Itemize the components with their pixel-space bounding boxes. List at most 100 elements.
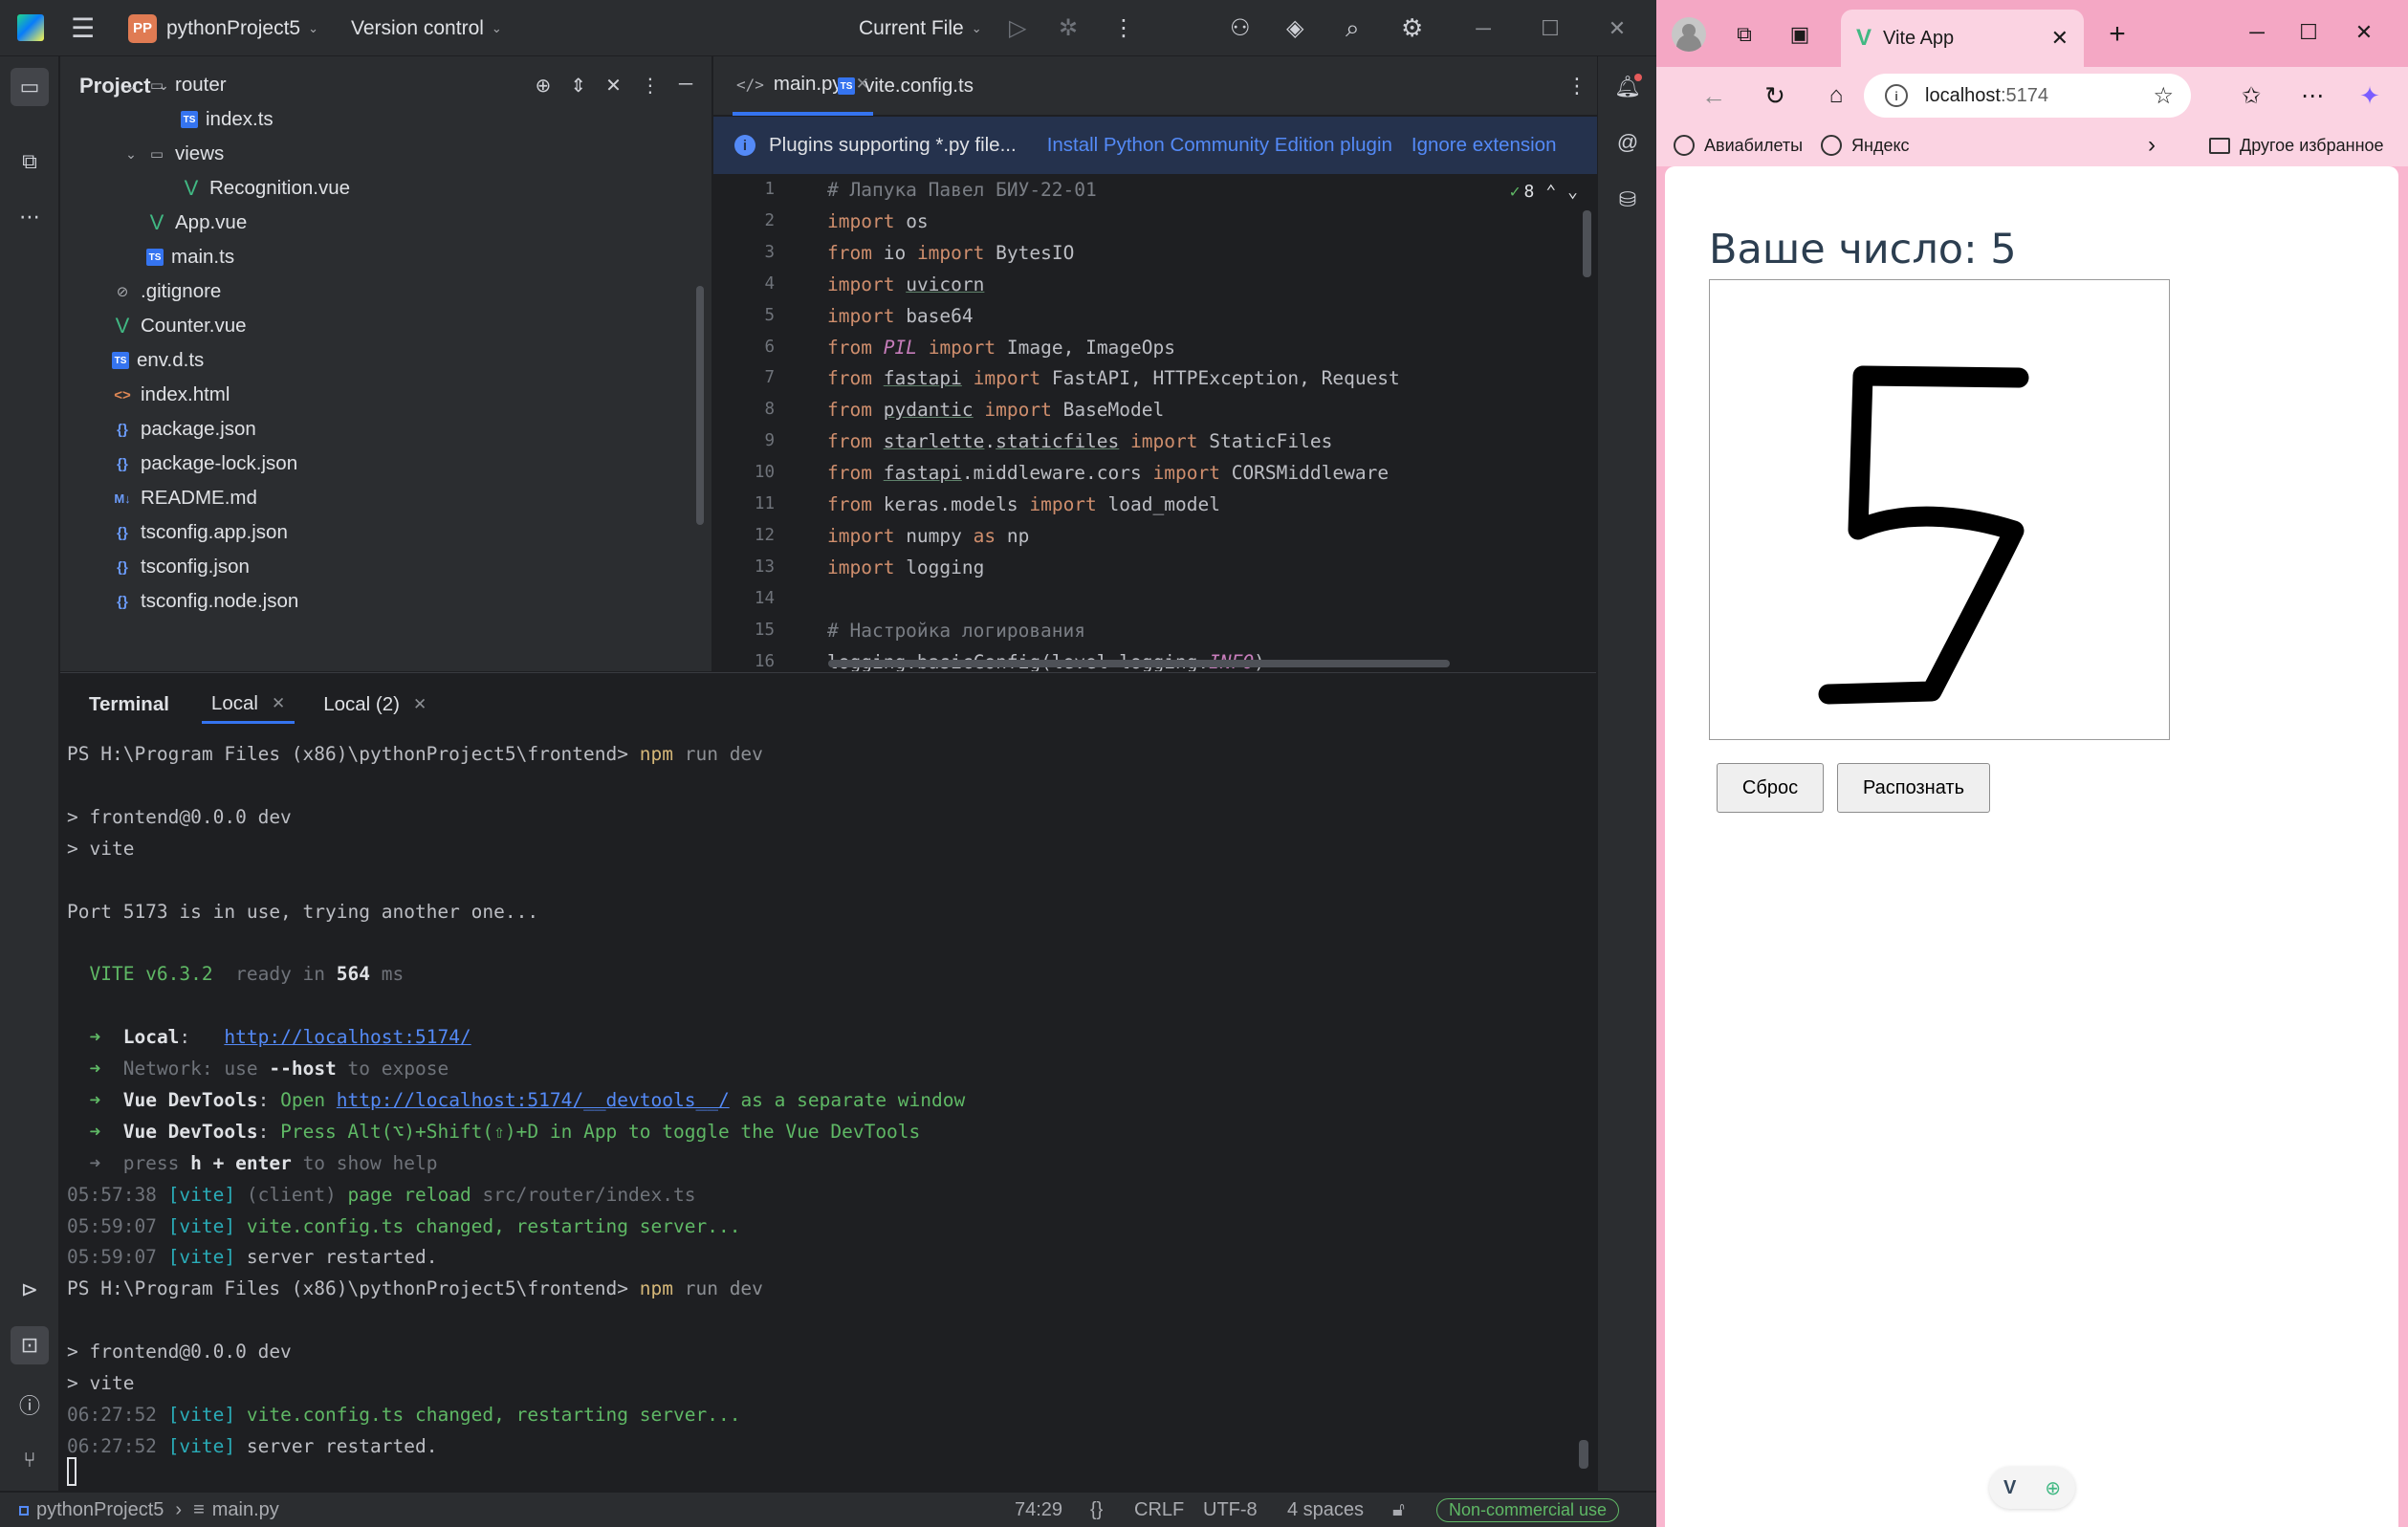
breadcrumb-project[interactable]: pythonProject5 [36, 1499, 164, 1521]
hide-icon[interactable]: ─ [679, 74, 692, 98]
run-config-selector[interactable]: Current File ⌄ [859, 0, 982, 56]
tree-item[interactable]: {} package.json [112, 412, 256, 447]
project-selector[interactable]: PP pythonProject5 ⌄ [128, 0, 318, 56]
home-icon[interactable]: ⌂ [1819, 78, 1853, 113]
maximize-icon[interactable]: ☐ [2289, 13, 2328, 52]
chevron-right-icon[interactable]: › [2148, 124, 2156, 166]
vcs-menu[interactable]: Version control ⌄ [351, 0, 502, 56]
tree-item[interactable]: V App.vue [146, 206, 248, 240]
tab-vite-config-main[interactable]: TS vite.config.ts [838, 56, 974, 116]
close-icon[interactable]: ✕ [2345, 13, 2383, 52]
favorite-star-icon[interactable]: ☆ [2153, 82, 2174, 110]
terminal-tab-local[interactable]: Local ✕ [201, 687, 296, 724]
bookmark-yandex[interactable]: Яндекс [1821, 124, 1910, 166]
braces-icon[interactable]: {} [1090, 1493, 1103, 1527]
close-icon[interactable]: ✕ [272, 694, 285, 713]
recognize-button[interactable]: Распознать [1837, 763, 1990, 813]
copilot-icon[interactable]: ✦ [2353, 78, 2387, 113]
reset-button[interactable]: Сброс [1717, 763, 1824, 813]
search-icon[interactable]: ⌕ [1346, 0, 1360, 56]
tree-item[interactable]: M↓ README.md [112, 481, 257, 515]
address-bar[interactable]: i localhost:5174 ☆ [1864, 74, 2191, 118]
pycharm-logo-icon[interactable] [17, 14, 44, 41]
tree-item[interactable]: {} tsconfig.app.json [112, 515, 288, 550]
tree-item[interactable]: ⌄ ▭ router [121, 68, 226, 102]
install-plugin-link[interactable]: Install Python Community Edition plugin [1047, 134, 1392, 157]
browser-menu-icon[interactable]: ⋯ [2295, 78, 2330, 113]
expand-all-icon[interactable]: ⇕ [570, 74, 586, 98]
new-tab-icon[interactable]: + [2098, 15, 2136, 54]
close-tab-icon[interactable]: ✕ [2051, 26, 2069, 51]
tree-item[interactable]: TS main.ts [146, 240, 234, 274]
reload-icon[interactable]: ↻ [1758, 78, 1792, 113]
tree-item[interactable]: V Recognition.vue [181, 171, 350, 206]
other-favorites[interactable]: Другое избранное [2209, 124, 2384, 166]
settings-gear-icon[interactable]: ⚙ [1401, 0, 1423, 56]
debug-icon[interactable]: ✲ [1059, 0, 1078, 56]
close-icon[interactable]: ✕ [413, 695, 427, 714]
project-scrollbar[interactable] [696, 286, 704, 525]
main-menu-icon[interactable]: ☰ [71, 0, 95, 56]
favorites-icon[interactable]: ✩ [2234, 78, 2268, 113]
inspect-target-icon[interactable]: ⊕ [2045, 1476, 2061, 1500]
project-tool-folder-icon[interactable]: ▭ [11, 68, 49, 106]
file-encoding[interactable]: UTF-8 [1203, 1493, 1258, 1527]
more-actions-icon[interactable]: ⋮ [1112, 0, 1135, 56]
tree-item[interactable]: {} package-lock.json [112, 447, 297, 481]
license-status[interactable]: Non-commercial use [1436, 1493, 1620, 1527]
tree-item[interactable]: {} tsconfig.json [112, 550, 250, 584]
chevron-down-icon[interactable]: ⌄ [121, 77, 141, 94]
notifications-bell-icon[interactable]: 🔔︎ [1609, 68, 1647, 106]
close-icon[interactable]: ✕ [1584, 0, 1651, 56]
learn-icon[interactable]: ◈ [1286, 0, 1303, 56]
terminal-icon[interactable]: ⊡ [11, 1326, 49, 1364]
back-arrow-icon[interactable]: ← [1697, 78, 1731, 113]
maximize-icon[interactable]: ☐ [1517, 0, 1584, 56]
vue-devtools-toggle[interactable]: V ⊕ [1989, 1467, 2075, 1509]
collapse-all-icon[interactable]: ✕ [605, 74, 622, 98]
profile-avatar-icon[interactable] [1672, 17, 1706, 52]
locate-icon[interactable]: ⊕ [536, 74, 552, 98]
lock-icon[interactable]: 🔓︎ [1392, 1493, 1405, 1527]
database-icon[interactable]: ⛁ [1609, 181, 1647, 219]
options-icon[interactable]: ⋮ [641, 74, 660, 98]
caret-position[interactable]: 74:29 [1015, 1493, 1062, 1527]
ignore-extension-link[interactable]: Ignore extension [1412, 134, 1557, 157]
tabs-menu-icon[interactable]: ⋮ [1566, 56, 1587, 116]
git-icon[interactable]: ⑂ [11, 1441, 49, 1479]
problems-icon[interactable]: ⓘ [11, 1385, 49, 1424]
inspection-widget[interactable]: ✓ 8 ⌃ ⌄ [1510, 182, 1578, 202]
tree-item[interactable]: ⌄ ▭ views [121, 137, 224, 171]
code-with-me-icon[interactable]: ⚇ [1230, 0, 1251, 56]
tree-item[interactable]: ⊘ .gitignore [112, 274, 222, 309]
chevron-up-icon[interactable]: ⌃ [1545, 182, 1556, 202]
tree-item[interactable]: TS index.ts [181, 102, 274, 137]
minimize-icon[interactable]: ─ [2238, 13, 2276, 52]
chevron-down-icon[interactable]: ⌄ [1567, 182, 1578, 202]
terminal-scrollbar[interactable] [1579, 1440, 1588, 1469]
chevron-down-icon[interactable]: ⌄ [121, 146, 141, 163]
workspaces-icon[interactable]: ⧉ [1727, 17, 1762, 52]
more-tools-icon[interactable]: ⋯ [11, 198, 49, 236]
editor-vertical-scrollbar[interactable] [1583, 210, 1591, 277]
tree-item[interactable]: V Counter.vue [112, 309, 247, 343]
structure-icon[interactable]: ⧉ [11, 142, 49, 181]
tab-actions-icon[interactable]: ▣ [1783, 17, 1817, 52]
minimize-icon[interactable]: ─ [1450, 0, 1517, 56]
terminal-tab-local-2[interactable]: Local (2) ✕ [314, 687, 436, 722]
tree-item[interactable]: <> index.html [112, 378, 230, 412]
drawing-canvas[interactable] [1709, 279, 2170, 740]
services-icon[interactable]: ⊳ [11, 1271, 49, 1309]
tree-item[interactable]: {} tsconfig.node.json [112, 584, 298, 619]
ai-assistant-icon[interactable]: @ [1609, 123, 1647, 162]
run-icon[interactable]: ▷ [1009, 0, 1026, 56]
line-separator[interactable]: CRLF [1134, 1493, 1184, 1527]
tree-item[interactable]: TS env.d.ts [112, 343, 204, 378]
breadcrumb-file[interactable]: main.py [212, 1499, 279, 1521]
bookmark-aviabilety[interactable]: Авиабилеты [1674, 124, 1803, 166]
browser-tab-vite-app[interactable]: V Vite App ✕ [1841, 10, 2084, 67]
site-info-icon[interactable]: i [1885, 84, 1908, 107]
indent-setting[interactable]: 4 spaces [1287, 1493, 1364, 1527]
editor-horizontal-scrollbar[interactable] [828, 660, 1450, 667]
code-editor[interactable]: 1 # Лапука Павел БИУ-22-01 2 import os 3 from… [713, 174, 1597, 671]
